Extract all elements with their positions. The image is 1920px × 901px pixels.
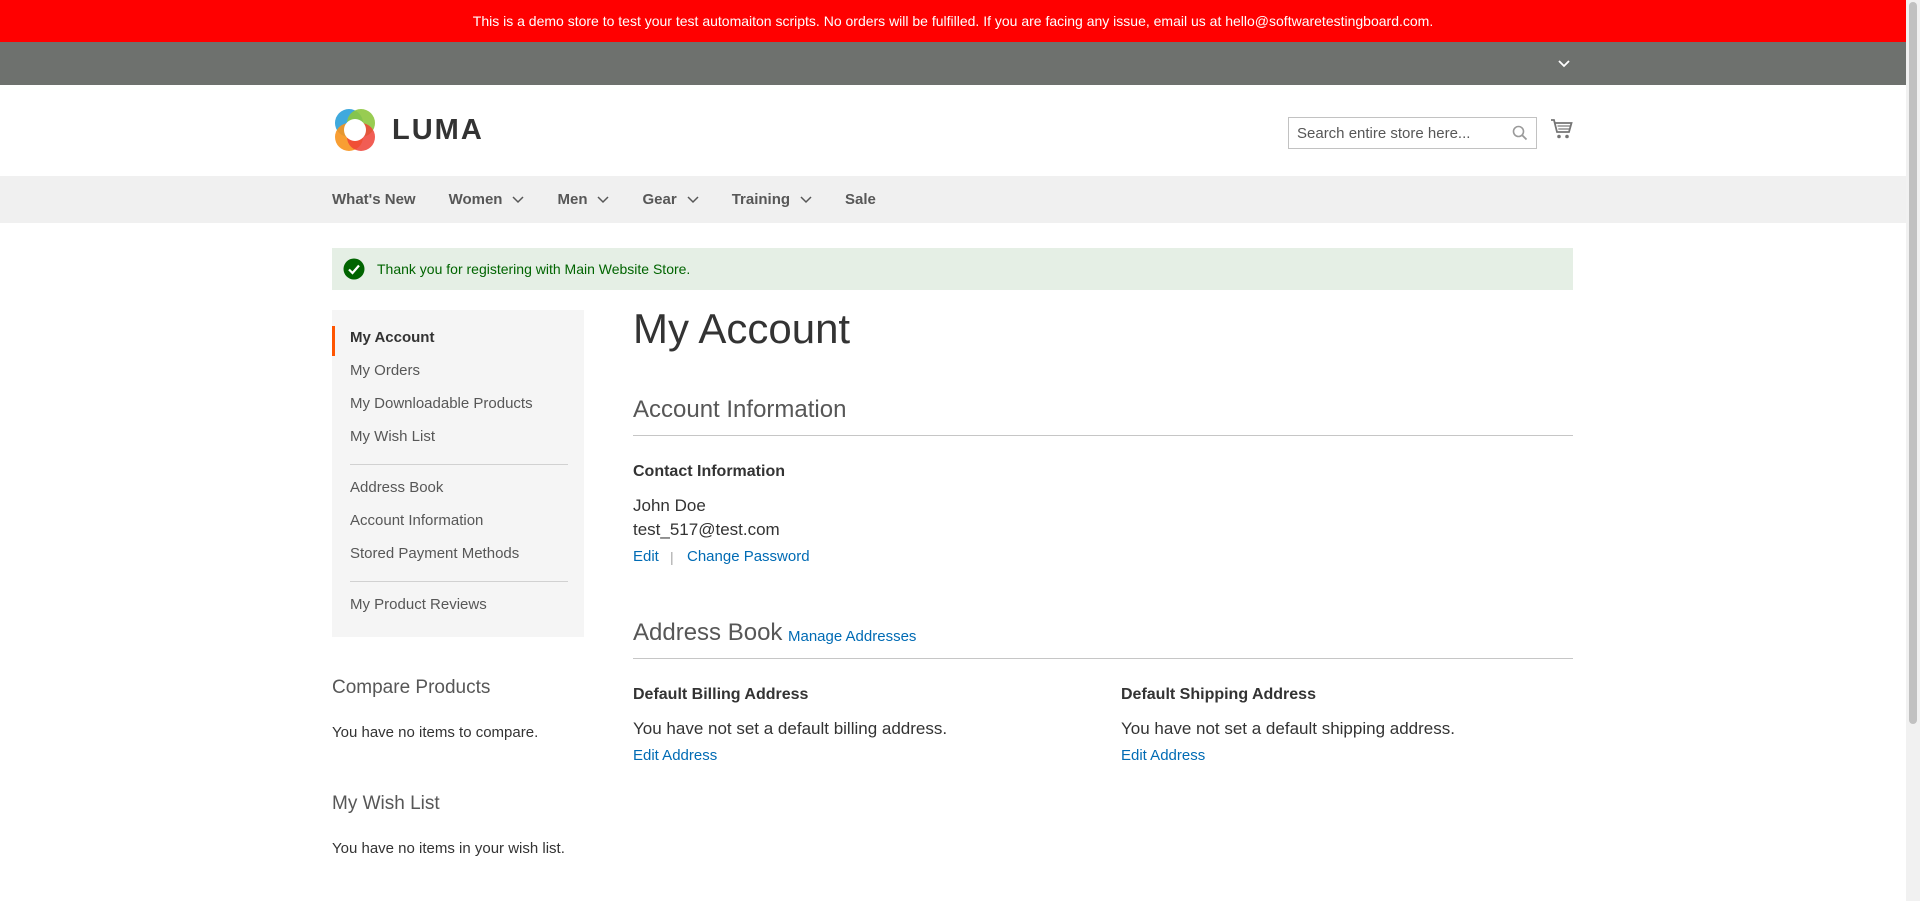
nav-item-label: What's New xyxy=(332,191,416,208)
page-scrollbar[interactable] xyxy=(1906,0,1920,901)
account-information-title: Account Information xyxy=(633,396,847,423)
compare-products-title: Compare Products xyxy=(332,677,491,698)
nav-item-training[interactable]: Training xyxy=(732,191,812,208)
search-icon[interactable] xyxy=(1512,125,1528,144)
sidebar-item-wish-list[interactable]: My Wish List xyxy=(350,428,435,445)
demo-notice-text: This is a demo store to test your test a… xyxy=(472,13,1434,29)
chevron-down-icon[interactable] xyxy=(1556,56,1572,72)
logo-text: LUMA xyxy=(392,113,484,146)
search-box[interactable] xyxy=(1288,117,1537,149)
default-billing-title: Default Billing Address xyxy=(633,686,809,703)
sidebar-divider xyxy=(350,581,568,582)
nav-item-label: Sale xyxy=(845,191,876,208)
section-divider xyxy=(633,435,1573,436)
wish-list-empty-text: You have no items in your wish list. xyxy=(332,840,565,857)
nav-item-label: Training xyxy=(731,191,791,208)
main-navigation: What's New Women Men Gear Training Sale xyxy=(0,176,1906,223)
sidebar-divider xyxy=(350,464,568,465)
sidebar-item-my-orders[interactable]: My Orders xyxy=(350,362,420,379)
chevron-down-icon xyxy=(687,195,699,204)
store-logo[interactable]: LUMA xyxy=(332,107,484,153)
luma-logo-icon xyxy=(335,109,375,151)
check-circle-icon xyxy=(343,258,365,280)
active-indicator xyxy=(332,326,335,356)
search-input[interactable] xyxy=(1289,119,1515,147)
customer-email: test_517@test.com xyxy=(633,520,780,539)
sidebar-item-address-book[interactable]: Address Book xyxy=(350,479,443,496)
nav-item-sale[interactable]: Sale xyxy=(845,191,876,208)
change-password-link[interactable]: Change Password xyxy=(687,548,810,565)
nav-item-women[interactable]: Women xyxy=(449,191,525,208)
success-message-text: Thank you for registering with Main Webs… xyxy=(377,261,691,277)
address-book-title: Address Book xyxy=(633,619,783,646)
nav-item-gear[interactable]: Gear xyxy=(642,191,699,208)
nav-item-label: Women xyxy=(448,191,503,208)
account-sidebar-nav: My Account My Orders My Downloadable Pro… xyxy=(332,310,584,637)
edit-billing-address-link[interactable]: Edit Address xyxy=(633,747,717,764)
section-divider xyxy=(633,658,1573,659)
nav-item-men[interactable]: Men xyxy=(557,191,610,208)
cart-icon[interactable] xyxy=(1550,118,1573,143)
nav-item-label: Men xyxy=(557,191,588,208)
top-panel-bar xyxy=(0,42,1906,85)
wish-list-title: My Wish List xyxy=(332,793,440,814)
chevron-down-icon xyxy=(512,195,525,204)
sidebar-item-downloadable-products[interactable]: My Downloadable Products xyxy=(350,395,533,412)
page-title: My Account xyxy=(633,305,851,352)
nav-item-whats-new[interactable]: What's New xyxy=(332,191,416,208)
site-header: LUMA xyxy=(0,85,1906,176)
sidebar-item-my-account[interactable]: My Account xyxy=(350,329,434,346)
success-message: Thank you for registering with Main Webs… xyxy=(332,248,1573,290)
sidebar-item-account-information[interactable]: Account Information xyxy=(350,512,483,529)
default-shipping-text: You have not set a default shipping addr… xyxy=(1121,719,1455,738)
demo-notice-banner: This is a demo store to test your test a… xyxy=(0,0,1906,42)
manage-addresses-link[interactable]: Manage Addresses xyxy=(788,628,916,645)
chevron-down-icon xyxy=(800,195,812,204)
contact-information-title: Contact Information xyxy=(633,463,785,480)
default-billing-text: You have not set a default billing addre… xyxy=(633,719,948,738)
link-separator: | xyxy=(670,549,674,565)
nav-item-label: Gear xyxy=(642,191,677,208)
edit-contact-link[interactable]: Edit xyxy=(633,548,659,565)
customer-name: John Doe xyxy=(633,496,706,515)
edit-shipping-address-link[interactable]: Edit Address xyxy=(1121,747,1205,764)
scrollbar-thumb[interactable] xyxy=(1909,2,1917,724)
sidebar-item-product-reviews[interactable]: My Product Reviews xyxy=(350,596,487,613)
sidebar-item-stored-payment-methods[interactable]: Stored Payment Methods xyxy=(350,545,519,562)
compare-products-empty-text: You have no items to compare. xyxy=(332,724,539,741)
chevron-down-icon xyxy=(597,195,610,204)
default-shipping-title: Default Shipping Address xyxy=(1121,686,1316,703)
